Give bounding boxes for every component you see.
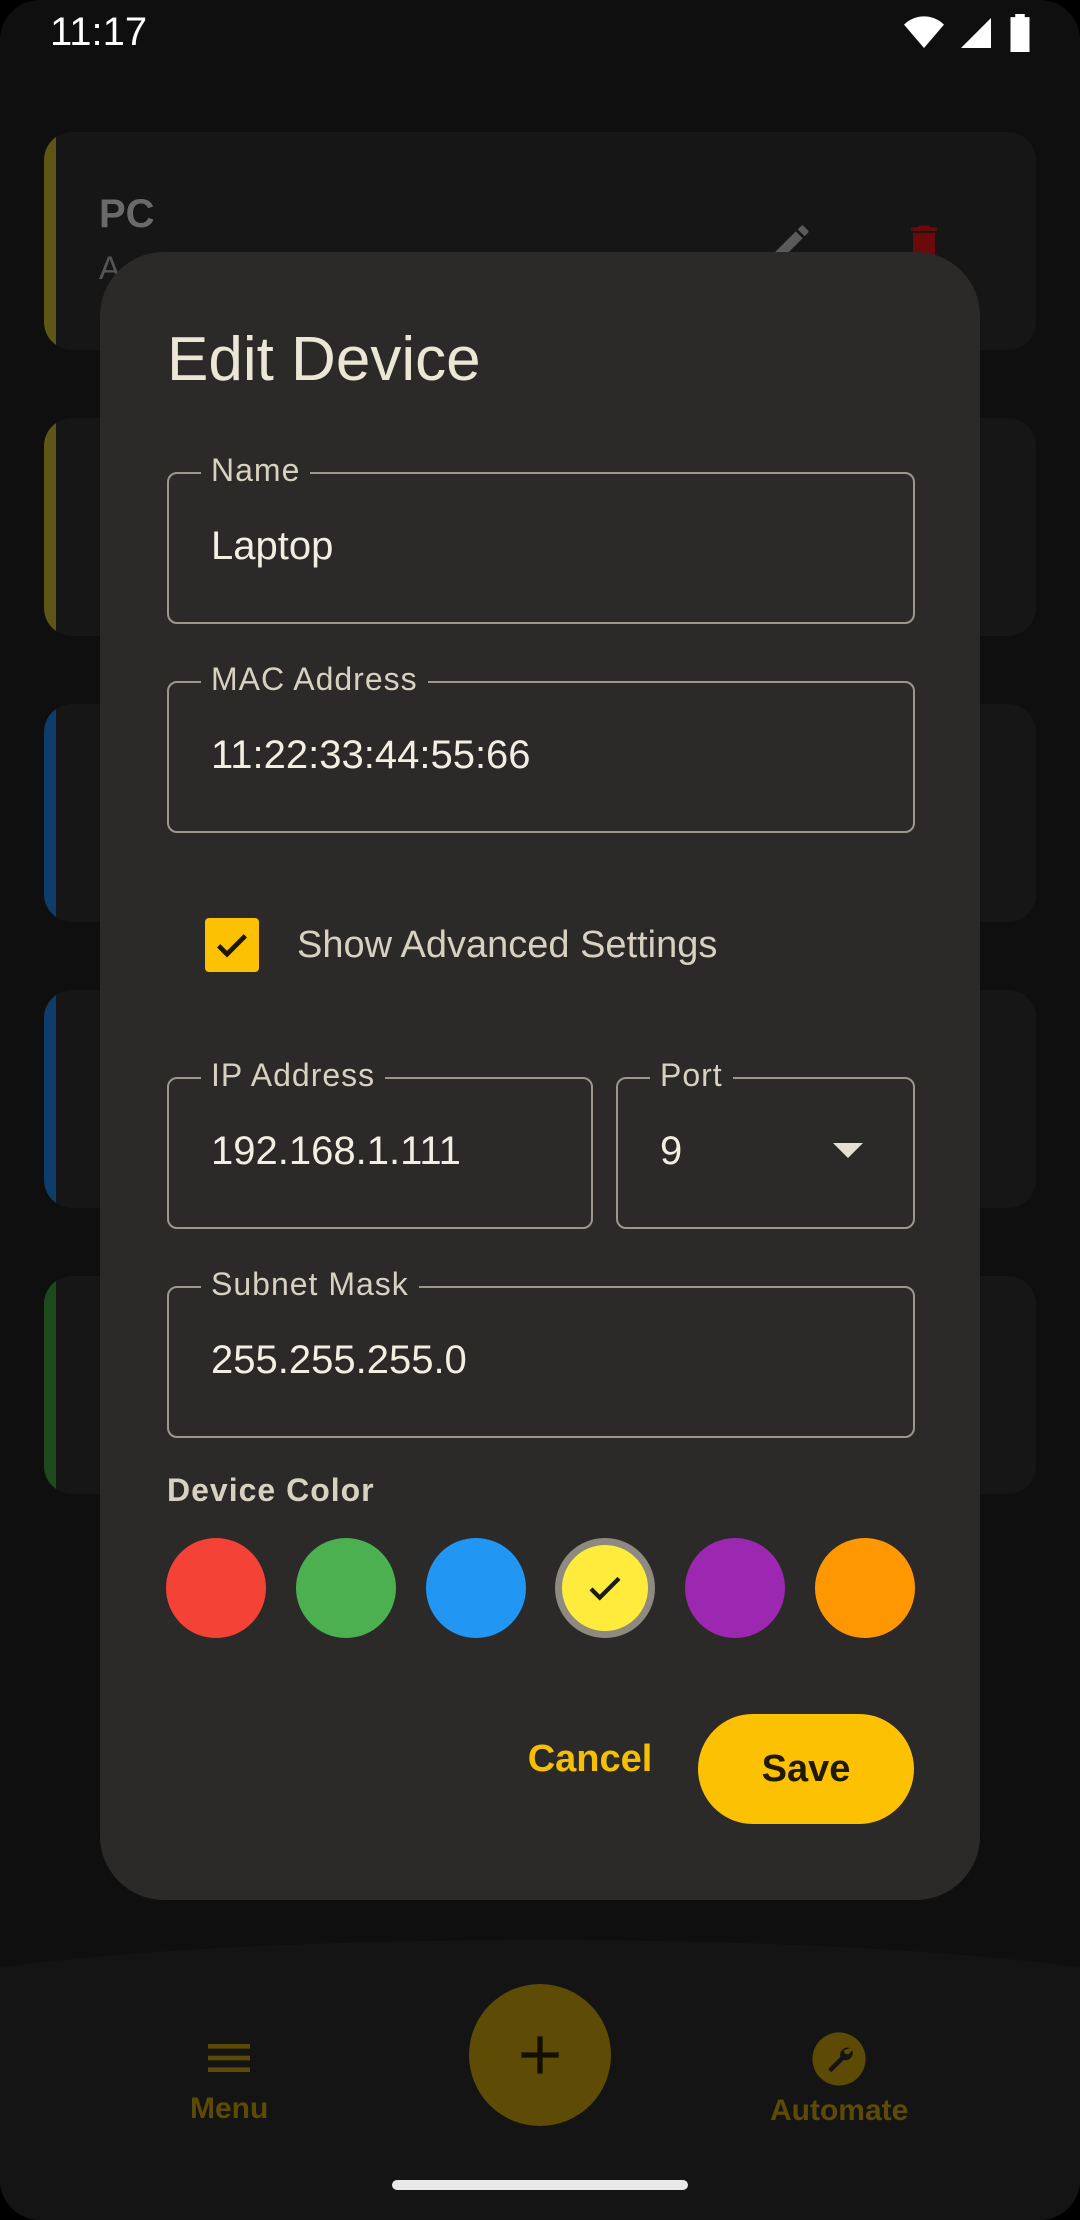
ip-address-field[interactable]: IP Address 192.168.1.111	[167, 1057, 593, 1229]
device-color-label: Device Color	[167, 1472, 375, 1508]
name-field[interactable]: Name Laptop	[167, 452, 915, 624]
device-color-stripe	[44, 704, 56, 922]
name-field-label: Name	[201, 452, 311, 489]
status-time: 11:17	[50, 10, 148, 54]
dialog-title: Edit Device	[167, 325, 481, 394]
color-swatch-orange[interactable]	[815, 1538, 915, 1638]
app-screen: PC A Menu Automate 11:17 Edit Device Nam…	[0, 0, 1080, 2220]
device-color-stripe	[44, 1276, 56, 1494]
add-device-fab[interactable]	[469, 1984, 611, 2126]
device-card-title: PC	[99, 192, 155, 236]
home-indicator[interactable]	[392, 2180, 688, 2190]
color-swatch-red[interactable]	[166, 1538, 266, 1638]
menu-icon	[208, 2044, 251, 2072]
save-button[interactable]: Save	[698, 1714, 914, 1824]
status-icons	[904, 14, 1032, 52]
color-swatch-blue[interactable]	[426, 1538, 526, 1638]
subnet-mask-field[interactable]: Subnet Mask 255.255.255.0	[167, 1266, 915, 1438]
color-swatch-yellow[interactable]	[555, 1538, 655, 1638]
plus-icon	[521, 2036, 559, 2074]
cancel-button[interactable]: Cancel	[500, 1714, 680, 1804]
name-field-value: Laptop	[211, 524, 334, 568]
menu-nav-label: Menu	[190, 2092, 269, 2125]
automate-nav-label: Automate	[770, 2094, 909, 2127]
mac-address-field-label: MAC Address	[201, 661, 428, 698]
status-bar: 11:17	[0, 0, 1080, 70]
wifi-icon	[904, 16, 944, 48]
port-field-label: Port	[650, 1057, 733, 1094]
device-color-stripe	[44, 990, 56, 1208]
port-dropdown[interactable]: Port 9	[616, 1057, 915, 1229]
check-icon	[217, 934, 247, 958]
advanced-settings-label: Show Advanced Settings	[297, 923, 718, 966]
advanced-settings-checkbox[interactable]	[205, 918, 259, 972]
wrench-icon	[812, 2032, 866, 2086]
ip-address-field-value: 192.168.1.111	[211, 1129, 461, 1173]
device-color-stripe	[44, 132, 56, 350]
dropdown-arrow-icon	[833, 1143, 863, 1158]
menu-nav-item[interactable]: Menu	[190, 2030, 268, 2126]
cellular-signal-icon	[961, 18, 991, 48]
automate-nav-item[interactable]: Automate	[770, 2030, 908, 2128]
check-icon	[589, 1576, 621, 1601]
ip-address-field-label: IP Address	[201, 1057, 386, 1094]
battery-icon	[1010, 14, 1030, 52]
color-swatch-purple[interactable]	[685, 1538, 785, 1638]
mac-address-field-value: 11:22:33:44:55:66	[211, 733, 531, 777]
advanced-settings-toggle[interactable]: Show Advanced Settings	[205, 918, 717, 972]
edit-device-dialog: Edit Device Name Laptop MAC Address 11:2…	[100, 252, 980, 1900]
device-color-stripe	[44, 418, 56, 636]
subnet-mask-field-label: Subnet Mask	[201, 1266, 419, 1303]
color-swatch-green[interactable]	[296, 1538, 396, 1638]
subnet-mask-field-value: 255.255.255.0	[211, 1338, 467, 1382]
port-field-value: 9	[660, 1129, 683, 1173]
mac-address-field[interactable]: MAC Address 11:22:33:44:55:66	[167, 661, 915, 833]
